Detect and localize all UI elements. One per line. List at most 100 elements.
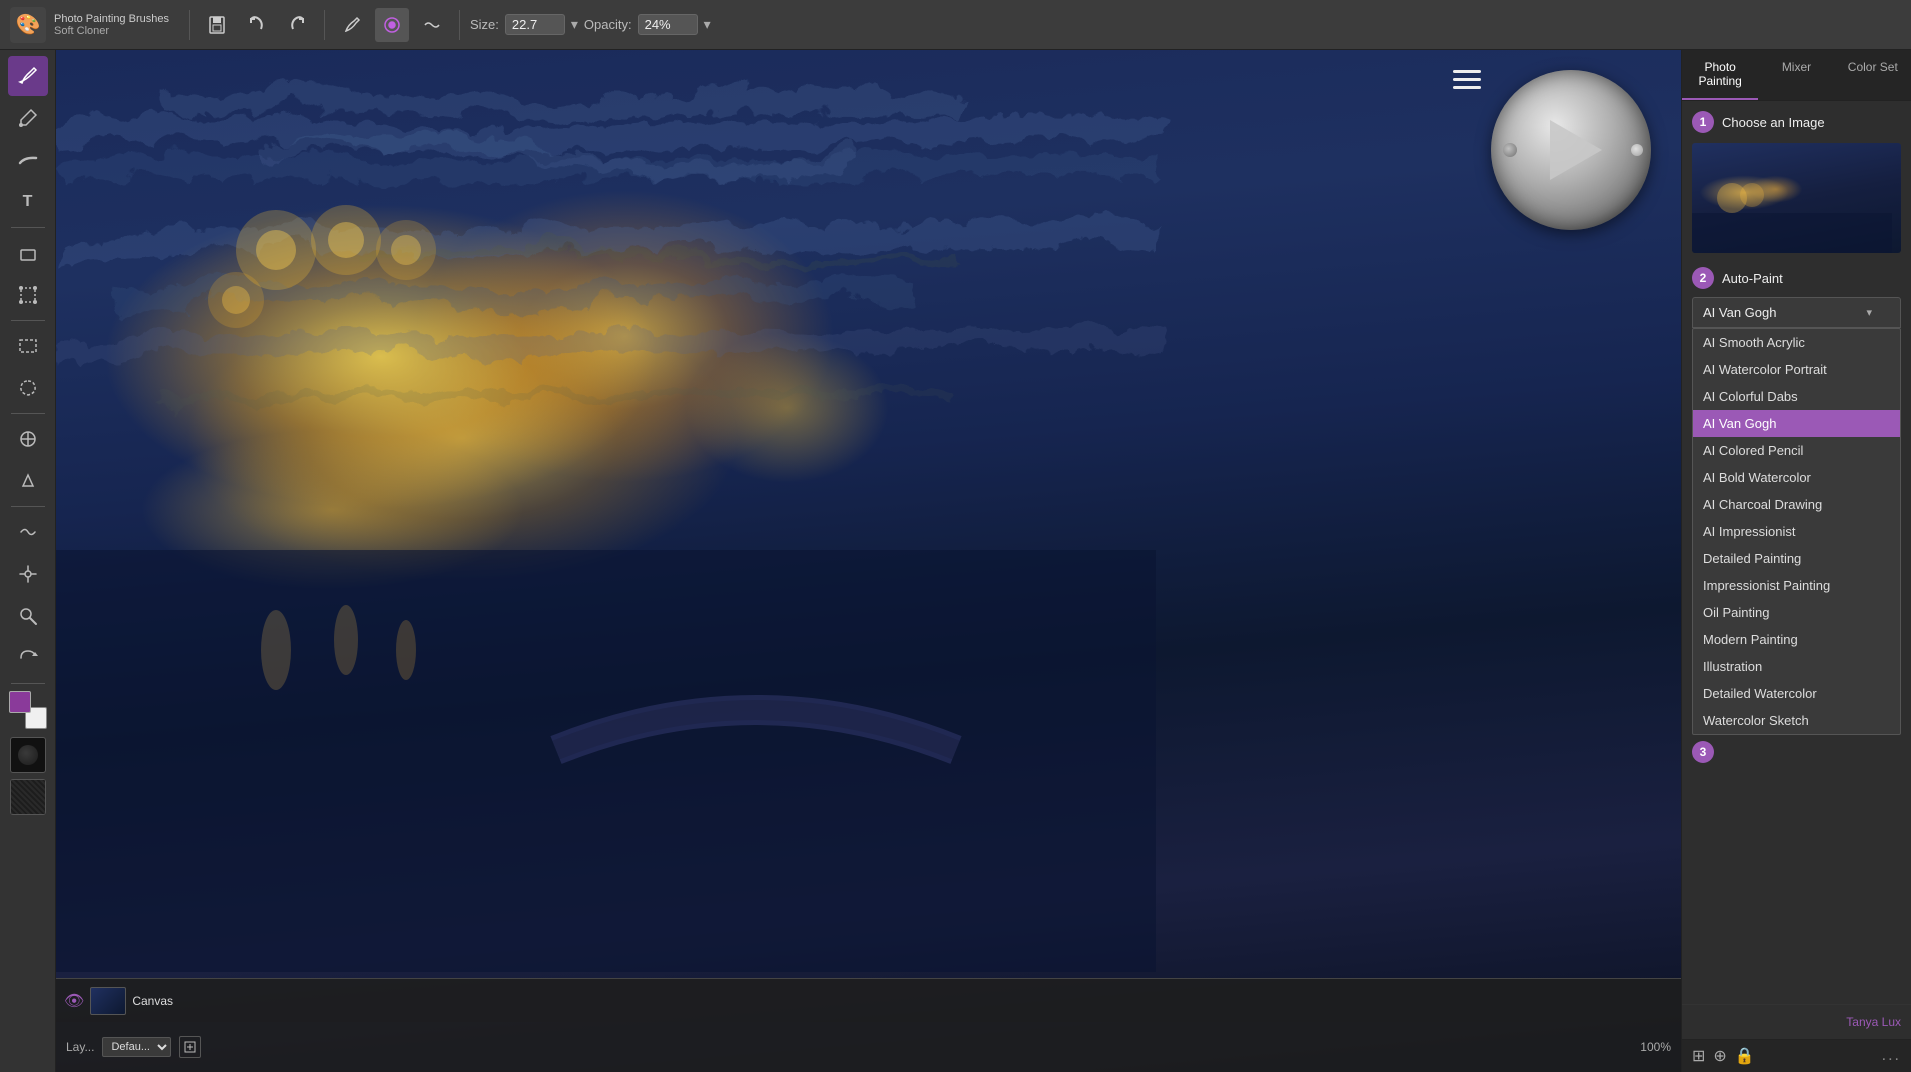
texture-preview[interactable]	[10, 779, 46, 815]
dropdown-item-colorful-dabs[interactable]: AI Colorful Dabs	[1693, 383, 1900, 410]
tool-text[interactable]: T	[8, 182, 48, 222]
new-layer-button[interactable]: ⊕	[1713, 1046, 1726, 1066]
zoom-percent: 100%	[1640, 1040, 1671, 1054]
tool-separator-5	[11, 683, 45, 684]
compass-wheel[interactable]	[1491, 70, 1651, 230]
dropdown-item-illustration[interactable]: Illustration	[1693, 653, 1900, 680]
dropdown-item-impressionist[interactable]: AI Impressionist	[1693, 518, 1900, 545]
brush-settings-button[interactable]	[335, 8, 369, 42]
step1-label: Choose an Image	[1722, 115, 1825, 130]
canvas-menu-button[interactable]	[1453, 70, 1481, 94]
app-title-sub: Soft Cloner	[54, 25, 169, 37]
brush-dot	[18, 745, 38, 765]
dropdown-item-bold-watercolor[interactable]: AI Bold Watercolor	[1693, 464, 1900, 491]
layer-name-label: Canvas	[132, 994, 173, 1008]
dropdown-item-watercolor-portrait[interactable]: AI Watercolor Portrait	[1693, 356, 1900, 383]
lock-button[interactable]: 🔒	[1735, 1046, 1755, 1066]
dropdown-item-van-gogh[interactable]: AI Van Gogh	[1693, 410, 1900, 437]
tool-liquify[interactable]	[8, 512, 48, 552]
toolbar-separator-2	[324, 10, 325, 40]
layer-thumbnail	[90, 987, 126, 1015]
redo-button[interactable]	[280, 8, 314, 42]
blend-mode-select[interactable]: Defau...	[102, 1037, 171, 1057]
app-icon: 🎨	[10, 7, 46, 43]
tool-selection-rect[interactable]	[8, 326, 48, 366]
tool-eraser[interactable]	[8, 233, 48, 273]
dropdown-header[interactable]: AI Van Gogh ▾	[1692, 297, 1901, 328]
undo-button[interactable]	[240, 8, 274, 42]
opacity-input[interactable]	[638, 14, 698, 35]
tool-separator-2	[11, 320, 45, 321]
preview-svg	[1692, 143, 1901, 253]
step3-area: 3	[1692, 741, 1901, 763]
toolbar-separator-1	[189, 10, 190, 40]
opacity-label: Opacity:	[584, 17, 632, 32]
dropdown-item-detailed-painting[interactable]: Detailed Painting	[1693, 545, 1900, 572]
tool-brush[interactable]	[8, 56, 48, 96]
dropdown-item-charcoal-drawing[interactable]: AI Charcoal Drawing	[1693, 491, 1900, 518]
step3-number: 3	[1692, 741, 1714, 763]
layers-icon-button[interactable]: ⊞	[1692, 1046, 1705, 1066]
compass-play-button[interactable]	[1550, 120, 1602, 180]
tool-dropper[interactable]	[8, 98, 48, 138]
color-swatches[interactable]	[9, 691, 47, 729]
dropdown-item-watercolor-sketch[interactable]: Watercolor Sketch	[1693, 707, 1900, 734]
tools-panel: T	[0, 50, 56, 1072]
tool-pan[interactable]	[8, 554, 48, 594]
dropdown-item-smooth-acrylic[interactable]: AI Smooth Acrylic	[1693, 329, 1900, 356]
dropdown-item-modern-painting[interactable]: Modern Painting	[1693, 626, 1900, 653]
dropdown-item-impressionist-painting[interactable]: Impressionist Painting	[1693, 572, 1900, 599]
tab-mixer[interactable]: Mixer	[1758, 50, 1834, 100]
dropdown-item-oil-painting[interactable]: Oil Painting	[1693, 599, 1900, 626]
save-button[interactable]	[200, 8, 234, 42]
dropdown-list: AI Smooth Acrylic AI Watercolor Portrait…	[1692, 328, 1901, 735]
step2-header: 2 Auto-Paint	[1692, 267, 1901, 289]
layers-label: Lay...	[66, 1040, 94, 1054]
compass-ring[interactable]	[1491, 70, 1651, 230]
tool-rotate[interactable]	[8, 638, 48, 678]
step1-header: 1 Choose an Image	[1692, 111, 1901, 133]
texture-pattern	[11, 780, 45, 814]
compass-dot-right	[1631, 144, 1643, 156]
tool-separator-1	[11, 227, 45, 228]
opacity-dropdown-arrow[interactable]: ▾	[704, 16, 711, 33]
step2-label: Auto-Paint	[1722, 271, 1783, 286]
dropdown-item-colored-pencil[interactable]: AI Colored Pencil	[1693, 437, 1900, 464]
text-icon: T	[23, 193, 33, 211]
toolbar: 🎨 Photo Painting Brushes Soft Cloner Siz…	[0, 0, 1911, 50]
image-preview-inner	[1692, 143, 1901, 253]
tool-zoom[interactable]	[8, 596, 48, 636]
user-area: Tanya Lux	[1682, 1004, 1911, 1039]
dropdown-chevron-icon: ▾	[1866, 306, 1872, 319]
user-name: Tanya Lux	[1846, 1015, 1901, 1029]
tab-color-set[interactable]: Color Set	[1835, 50, 1911, 100]
auto-paint-dropdown-wrapper: AI Van Gogh ▾ AI Smooth Acrylic AI Water…	[1692, 297, 1901, 735]
tool-separator-3	[11, 413, 45, 414]
step1-number: 1	[1692, 111, 1714, 133]
dropdown-item-detailed-watercolor[interactable]: Detailed Watercolor	[1693, 680, 1900, 707]
app-title-main: Photo Painting Brushes	[54, 13, 169, 25]
layer-visibility-icon[interactable]: 👁	[64, 991, 84, 1011]
size-input[interactable]	[505, 14, 565, 35]
tool-transform[interactable]	[8, 275, 48, 315]
brush-preview	[10, 737, 46, 773]
dropdown-selected-value: AI Van Gogh	[1703, 305, 1776, 320]
canvas-painting	[56, 50, 1681, 1072]
app-title-block: 🎨 Photo Painting Brushes Soft Cloner	[10, 7, 169, 43]
fg-color-swatch[interactable]	[9, 691, 31, 713]
size-dropdown-arrow[interactable]: ▾	[571, 16, 578, 33]
water-overlay	[56, 550, 1156, 972]
right-panel-tabs: Photo Painting Mixer Color Set	[1682, 50, 1911, 101]
tool-dodge[interactable]	[8, 461, 48, 501]
right-panel-content: 1 Choose an Image 2 Auto-Paint	[1682, 101, 1911, 1004]
image-preview[interactable]	[1692, 143, 1901, 253]
size-label: Size:	[470, 17, 499, 32]
tool-smear[interactable]	[8, 140, 48, 180]
liquid-button[interactable]	[415, 8, 449, 42]
tab-photo-painting[interactable]: Photo Painting	[1682, 50, 1758, 100]
layer-add-button[interactable]	[179, 1036, 201, 1058]
canvas-area[interactable]: Lay... Defau... 100% 👁 Canvas	[56, 50, 1681, 1072]
brush-active-button[interactable]	[375, 8, 409, 42]
tool-selection-lasso[interactable]	[8, 368, 48, 408]
tool-clone[interactable]	[8, 419, 48, 459]
